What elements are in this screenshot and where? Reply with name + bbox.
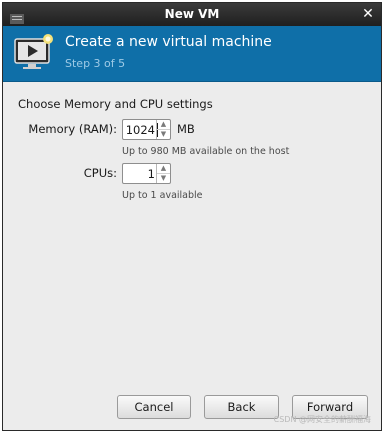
memory-label: Memory (RAM): — [28, 122, 117, 136]
memory-spinner[interactable]: 1024 ▲ ▼ — [122, 119, 171, 140]
memory-increment-icon[interactable]: ▲ — [157, 120, 170, 130]
new-vm-window: New VM ✕ Create a new virtual machine St… — [2, 2, 382, 431]
cpus-label: CPUs: — [83, 166, 117, 180]
memory-decrement-icon[interactable]: ▼ — [157, 130, 170, 139]
memory-value[interactable]: 1024 — [125, 123, 155, 137]
wizard-title: Create a new virtual machine — [65, 34, 272, 50]
vm-screen-icon — [13, 33, 55, 73]
cpus-decrement-icon[interactable]: ▼ — [157, 174, 170, 183]
back-button[interactable]: Back — [204, 395, 279, 419]
window-title: New VM — [164, 7, 220, 21]
close-icon[interactable]: ✕ — [359, 5, 377, 23]
cpus-stepper[interactable]: ▲ ▼ — [156, 164, 170, 183]
cancel-button[interactable]: Cancel — [117, 395, 191, 419]
wizard-step: Step 3 of 5 — [65, 57, 126, 70]
cpus-value[interactable]: 1 — [125, 167, 155, 181]
cpus-spinner[interactable]: 1 ▲ ▼ — [122, 163, 171, 184]
title-bar: New VM ✕ — [3, 3, 381, 26]
cpus-hint: Up to 1 available — [122, 190, 203, 201]
cpus-increment-icon[interactable]: ▲ — [157, 164, 170, 174]
memory-hint: Up to 980 MB available on the host — [122, 146, 290, 157]
watermark-text: CSDN @网安全的薪酬福海 — [273, 415, 371, 424]
wizard-content: Choose Memory and CPU settings Memory (R… — [3, 82, 381, 430]
memory-stepper[interactable]: ▲ ▼ — [156, 120, 170, 139]
wizard-header: Create a new virtual machine Step 3 of 5 — [3, 26, 381, 82]
section-heading: Choose Memory and CPU settings — [18, 97, 213, 111]
memory-unit: MB — [177, 122, 195, 136]
